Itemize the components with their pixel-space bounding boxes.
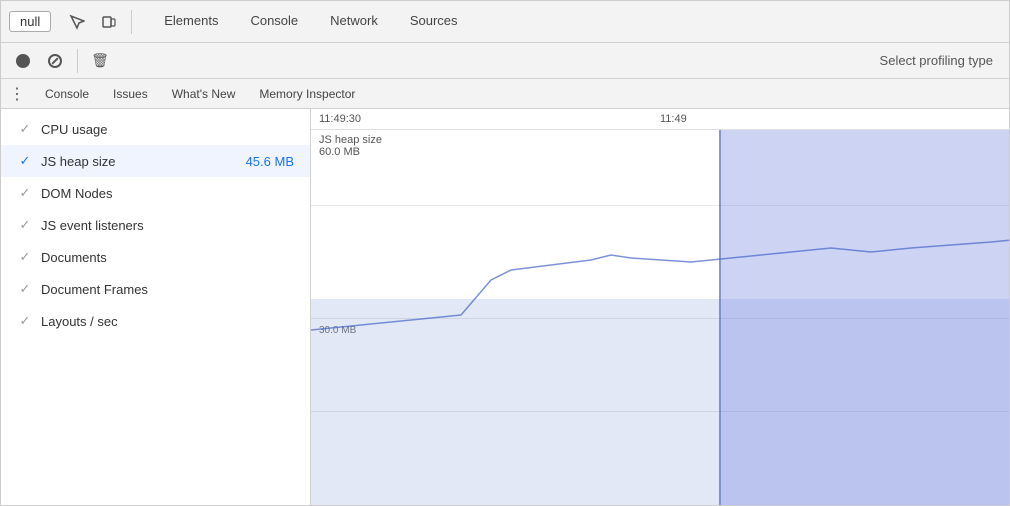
metric-js-events[interactable]: ✓ JS event listeners — [1, 209, 310, 241]
check-jsevents-icon: ✓ — [17, 217, 33, 233]
metric-jsheap-label: JS heap size — [41, 154, 246, 169]
record-icon — [16, 54, 30, 68]
chart-header: 11:49:30 11:49 — [311, 109, 1009, 130]
metric-docs-label: Documents — [41, 250, 294, 265]
check-layouts-icon: ✓ — [17, 313, 33, 329]
metric-js-heap[interactable]: ✓ JS heap size 45.6 MB — [1, 145, 310, 177]
inspect-element-button[interactable] — [63, 8, 91, 36]
chart-panel: 11:49:30 11:49 JS heap size 60.0 MB 30.0… — [311, 109, 1009, 505]
tab-network[interactable]: Network — [314, 1, 394, 43]
chart-time2: 11:49 — [660, 113, 1001, 125]
null-badge[interactable]: null — [9, 11, 51, 32]
chart-time1: 11:49:30 — [319, 113, 660, 125]
secondary-toolbar: 🗑 Select profiling type — [1, 43, 1009, 79]
metric-dom-nodes[interactable]: ✓ DOM Nodes — [1, 177, 310, 209]
check-jsheap-icon: ✓ — [17, 153, 33, 169]
secondary-tab-bar: ⋮ Console Issues What's New Memory Inspe… — [1, 79, 1009, 109]
metric-frames-label: Document Frames — [41, 282, 294, 297]
main-content: ✓ CPU usage ✓ JS heap size 45.6 MB ✓ DOM… — [1, 109, 1009, 505]
metric-cpu-usage[interactable]: ✓ CPU usage — [1, 113, 310, 145]
metric-documents[interactable]: ✓ Documents — [1, 241, 310, 273]
metrics-panel: ✓ CPU usage ✓ JS heap size 45.6 MB ✓ DOM… — [1, 109, 311, 505]
device-mode-button[interactable] — [95, 8, 123, 36]
tab-sources[interactable]: Sources — [394, 1, 474, 43]
metric-doc-frames[interactable]: ✓ Document Frames — [1, 273, 310, 305]
check-frames-icon: ✓ — [17, 281, 33, 297]
tab-console-secondary[interactable]: Console — [33, 79, 101, 109]
metric-dom-label: DOM Nodes — [41, 186, 294, 201]
tab-console[interactable]: Console — [234, 1, 314, 43]
metric-layouts[interactable]: ✓ Layouts / sec — [1, 305, 310, 337]
metric-layouts-label: Layouts / sec — [41, 314, 294, 329]
metric-cpu-label: CPU usage — [41, 122, 294, 137]
main-toolbar: null Elements Console Network Sources — [1, 1, 1009, 43]
toolbar-divider-2 — [77, 49, 78, 73]
check-dom-icon: ✓ — [17, 185, 33, 201]
profiling-type-text: Select profiling type — [880, 53, 1001, 68]
trash-icon: 🗑 — [91, 52, 109, 69]
metric-jsevents-label: JS event listeners — [41, 218, 294, 233]
tab-memory-inspector[interactable]: Memory Inspector — [247, 79, 367, 109]
tab-whats-new[interactable]: What's New — [160, 79, 248, 109]
chart-svg — [311, 130, 1009, 505]
tab-elements[interactable]: Elements — [148, 1, 234, 43]
stop-button[interactable] — [41, 47, 69, 75]
stop-icon — [48, 54, 62, 68]
clear-button[interactable]: 🗑 — [86, 47, 114, 75]
toolbar-divider-1 — [131, 10, 132, 34]
main-tab-list: Elements Console Network Sources — [148, 1, 473, 43]
tab-issues[interactable]: Issues — [101, 79, 160, 109]
metric-jsheap-value: 45.6 MB — [246, 154, 294, 169]
check-cpu-icon: ✓ — [17, 121, 33, 137]
more-tabs-button[interactable]: ⋮ — [5, 80, 29, 108]
check-docs-icon: ✓ — [17, 249, 33, 265]
record-button[interactable] — [9, 47, 37, 75]
chart-body[interactable]: JS heap size 60.0 MB 30.0 MB — [311, 130, 1009, 505]
devtools-window: null Elements Console Network Sources — [0, 0, 1010, 506]
